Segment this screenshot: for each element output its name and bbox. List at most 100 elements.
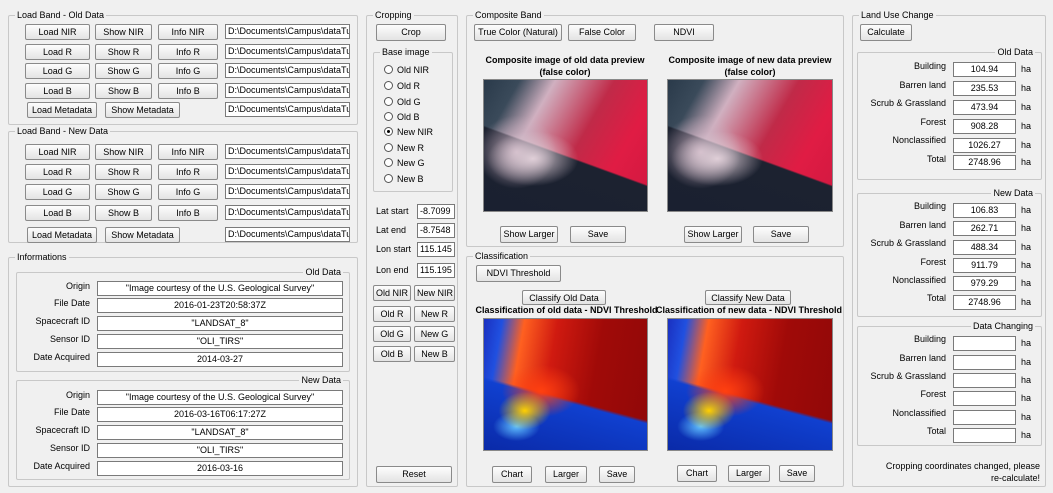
old-composite-save-button[interactable]: Save [570, 226, 626, 243]
new-metadata-path-field[interactable]: D:\Documents\Campus\dataTu [225, 227, 350, 242]
new-show-b-button[interactable]: Show B [95, 205, 152, 221]
old-show-r-button[interactable]: Show R [95, 44, 152, 60]
radio-dot [384, 158, 393, 167]
radio-old-r[interactable]: Old R [384, 80, 420, 92]
new-composite-subtitle: (false color) [724, 67, 776, 77]
new-larger-button[interactable]: Larger [728, 465, 770, 482]
old-metadata-path-field[interactable]: D:\Documents\Campus\dataTu [225, 102, 350, 117]
old-show-b-button[interactable]: Show B [95, 83, 152, 99]
old-info-r-button[interactable]: Info R [158, 44, 218, 60]
new-load-r-button[interactable]: Load R [25, 164, 90, 180]
new-g-path-field[interactable]: D:\Documents\Campus\dataTu [225, 184, 350, 199]
cropping-group-title: Cropping [373, 10, 414, 21]
old-chart-button[interactable]: Chart [492, 466, 532, 483]
land-old-barren-unit: ha [1021, 83, 1032, 93]
new-info-b-button[interactable]: Info B [158, 205, 218, 221]
land-change-total-unit: ha [1021, 430, 1032, 440]
old-load-b-button[interactable]: Load B [25, 83, 90, 99]
old-larger-button[interactable]: Larger [545, 466, 587, 483]
lon-end-field[interactable]: 115.195 [417, 263, 455, 278]
status-message-line2: re-calculate! [990, 473, 1040, 483]
new-nir-path-field[interactable]: D:\Documents\Campus\dataTu [225, 144, 350, 159]
new-composite-title: Composite image of new data preview [668, 55, 832, 65]
lat-end-field[interactable]: -8.7548 [417, 223, 455, 238]
old-load-metadata-button[interactable]: Load Metadata [27, 102, 97, 118]
old-show-larger-button[interactable]: Show Larger [500, 226, 558, 243]
new-show-r-button[interactable]: Show R [95, 164, 152, 180]
new-show-nir-button[interactable]: Show NIR [95, 144, 152, 160]
old-nir-path-field[interactable]: D:\Documents\Campus\dataTu [225, 24, 350, 39]
new-load-nir-button[interactable]: Load NIR [25, 144, 90, 160]
new-b-path-field[interactable]: D:\Documents\Campus\dataTu [225, 205, 350, 220]
land-change-building-label: Building [913, 334, 946, 344]
radio-new-r[interactable]: New R [384, 142, 424, 154]
old-classification-save-button[interactable]: Save [599, 466, 635, 483]
new-info-nir-button[interactable]: Info NIR [158, 144, 218, 160]
radio-label: New B [397, 174, 424, 184]
new-load-g-button[interactable]: Load G [25, 184, 90, 200]
new-show-larger-button[interactable]: Show Larger [684, 226, 742, 243]
old-info-nir-button[interactable]: Info NIR [158, 24, 218, 40]
ndvi-button[interactable]: NDVI [654, 24, 714, 41]
new-info-g-button[interactable]: Info G [158, 184, 218, 200]
old-file-date-label: File Date [53, 298, 90, 308]
new-show-metadata-button[interactable]: Show Metadata [105, 227, 180, 243]
old-load-nir-button[interactable]: Load NIR [25, 24, 90, 40]
new-show-g-button[interactable]: Show G [95, 184, 152, 200]
old-show-nir-button[interactable]: Show NIR [95, 24, 152, 40]
radio-label: Old NIR [397, 65, 430, 75]
land-new-nonclassified-label: Nonclassified [892, 275, 946, 285]
new-file-date-field: 2016-03-16T06:17:27Z [97, 407, 343, 422]
radio-label: New R [397, 143, 425, 153]
reset-button[interactable]: Reset [376, 466, 452, 483]
radio-new-g[interactable]: New G [384, 157, 425, 169]
radio-label: New NIR [397, 127, 434, 137]
old-load-g-button[interactable]: Load G [25, 63, 90, 79]
radio-old-b[interactable]: Old B [384, 111, 420, 123]
status-message-line1: Cropping coordinates changed, please [885, 461, 1040, 471]
new-sensor-label: Sensor ID [49, 443, 90, 453]
radio-new-nir[interactable]: New NIR [384, 126, 433, 138]
crop-new-g-button[interactable]: New G [414, 326, 455, 342]
new-load-b-button[interactable]: Load B [25, 205, 90, 221]
new-load-metadata-button[interactable]: Load Metadata [27, 227, 97, 243]
old-info-g-button[interactable]: Info G [158, 63, 218, 79]
new-classification-save-button[interactable]: Save [779, 465, 815, 482]
land-old-nonclassified-field: 1026.27 [953, 138, 1016, 153]
new-composite-save-button[interactable]: Save [753, 226, 809, 243]
radio-new-b[interactable]: New B [384, 173, 424, 185]
calculate-button[interactable]: Calculate [860, 24, 912, 41]
new-r-path-field[interactable]: D:\Documents\Campus\dataTu [225, 164, 350, 179]
crop-new-nir-button[interactable]: New NIR [414, 285, 455, 301]
old-r-path-field[interactable]: D:\Documents\Campus\dataTu [225, 44, 350, 59]
new-chart-button[interactable]: Chart [677, 465, 717, 482]
true-color-button[interactable]: True Color (Natural) [474, 24, 562, 41]
crop-old-r-button[interactable]: Old R [373, 306, 411, 322]
crop-new-b-button[interactable]: New B [414, 346, 455, 362]
land-change-building-field [953, 336, 1016, 351]
lon-start-field[interactable]: 115.145 [417, 242, 455, 257]
crop-old-b-button[interactable]: Old B [373, 346, 411, 362]
old-b-path-field[interactable]: D:\Documents\Campus\dataTu [225, 83, 350, 98]
false-color-button[interactable]: False Color [568, 24, 636, 41]
classification-group-title: Classification [473, 251, 531, 262]
base-image-group-title: Base image [380, 47, 432, 58]
classify-old-button[interactable]: Classify Old Data [522, 290, 606, 305]
lat-start-field[interactable]: -8.7099 [417, 204, 455, 219]
ndvi-threshold-button[interactable]: NDVI Threshold [476, 265, 561, 282]
classify-new-button[interactable]: Classify New Data [705, 290, 791, 305]
crop-button[interactable]: Crop [376, 24, 446, 41]
radio-old-nir[interactable]: Old NIR [384, 64, 429, 76]
old-g-path-field[interactable]: D:\Documents\Campus\dataTu [225, 63, 350, 78]
old-info-b-button[interactable]: Info B [158, 83, 218, 99]
radio-dot [384, 143, 393, 152]
old-origin-field: "Image courtesy of the U.S. Geological S… [97, 281, 343, 296]
old-load-r-button[interactable]: Load R [25, 44, 90, 60]
old-show-metadata-button[interactable]: Show Metadata [105, 102, 180, 118]
radio-old-g[interactable]: Old G [384, 96, 421, 108]
old-show-g-button[interactable]: Show G [95, 63, 152, 79]
crop-new-r-button[interactable]: New R [414, 306, 455, 322]
new-info-r-button[interactable]: Info R [158, 164, 218, 180]
crop-old-nir-button[interactable]: Old NIR [373, 285, 411, 301]
crop-old-g-button[interactable]: Old G [373, 326, 411, 342]
